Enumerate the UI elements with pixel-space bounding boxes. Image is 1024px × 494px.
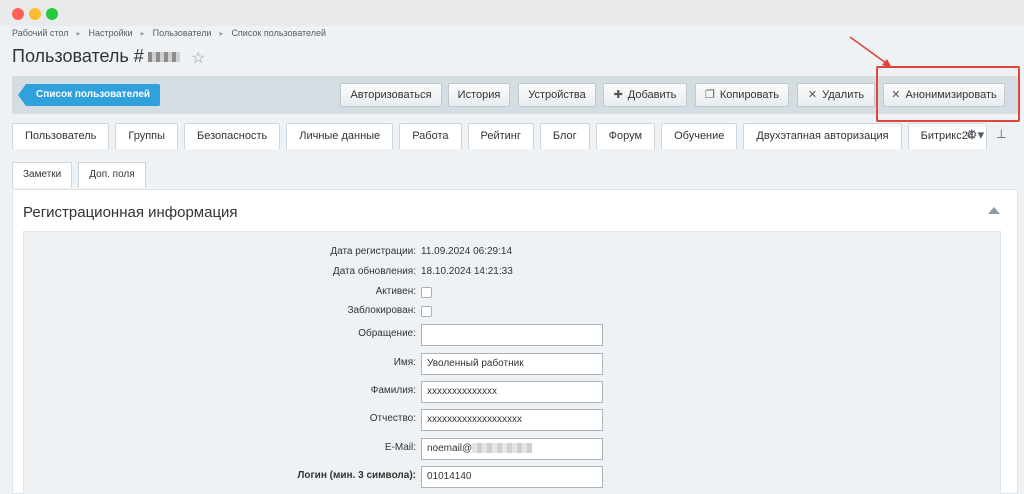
page: Рабочий стол ▸ Настройки ▸ Пользователи ▸ С… [0,26,1024,494]
form-row: Имя: Уволенный работник [24,353,1002,375]
devices-button[interactable]: Устройства [518,83,596,107]
reg-date-label: Дата регистрации: [330,246,416,257]
subtab-notes[interactable]: Заметки [12,162,73,188]
pin-icon[interactable]: ⊥ [996,127,1006,141]
breadcrumb-item[interactable]: Рабочий стол [12,28,69,38]
panel-title: Регистрационная информация [23,204,238,221]
tab-blog[interactable]: Блог [539,123,590,149]
delete-label: Удалить [822,89,865,101]
breadcrumb: Рабочий стол ▸ Настройки ▸ Пользователи ▸ С… [12,28,326,38]
reg-date-value: 11.09.2024 06:29:14 [421,246,513,257]
tab-bar: Пользователь Группы Безопасность Личные … [12,123,993,151]
maximize-window-button[interactable] [46,8,58,20]
redacted-user-id [147,52,180,63]
plus-icon: ✚ [613,89,623,101]
tab-personal[interactable]: Личные данные [286,123,394,149]
breadcrumb-separator-icon: ▸ [76,28,81,38]
lastname-label: Фамилия: [370,385,416,396]
delete-button[interactable]: ✕ Удалить [797,83,875,107]
subtab-extra-fields[interactable]: Доп. поля [78,162,146,188]
name-field[interactable]: Уволенный работник [421,353,603,375]
page-title-text: Пользователь # [12,46,144,66]
secondname-field[interactable]: xxxxxxxxxxxxxxxxxxx [421,409,603,431]
tab-security[interactable]: Безопасность [184,123,281,149]
authorize-button[interactable]: Авторизоваться [340,83,442,107]
tab-forum[interactable]: Форум [595,123,656,149]
title-label: Обращение: [358,328,416,339]
copy-label: Копировать [719,89,780,101]
toolbar: Список пользователей Авторизоваться Исто… [12,76,1018,114]
page-title: Пользователь # [12,46,180,67]
registration-panel: Регистрационная информация Дата регистра… [12,189,1018,494]
annotation-arrow-icon [849,36,892,68]
favorite-star-icon[interactable]: ☆ [191,48,205,68]
collapse-icon[interactable] [988,207,1000,214]
form-row: Обращение: [24,324,1002,346]
tab-learning[interactable]: Обучение [661,123,738,149]
form-row: Дата регистрации: 11.09.2024 06:29:14 [24,242,1002,264]
tab-user[interactable]: Пользователь [12,123,110,149]
breadcrumb-item[interactable]: Список пользователей [231,28,326,38]
blocked-checkbox[interactable] [421,306,432,317]
form-area: Дата регистрации: 11.09.2024 06:29:14 Да… [23,231,1001,494]
redacted-email-domain [472,443,533,454]
history-label: История [457,89,501,101]
secondname-label: Отчество: [369,413,416,424]
name-label: Имя: [393,357,416,368]
copy-button[interactable]: ❐ Копировать [695,83,789,107]
email-label: E-Mail: [384,442,416,453]
tab-groups[interactable]: Группы [115,123,179,149]
breadcrumb-item[interactable]: Пользователи [153,28,212,38]
add-button[interactable]: ✚ Добавить [603,83,687,107]
back-to-list-button[interactable]: Список пользователей [18,84,161,106]
breadcrumb-item[interactable]: Настройки [89,28,133,38]
login-field[interactable]: 01014140 [421,466,603,488]
email-field[interactable]: noemail@ [421,438,603,460]
active-checkbox[interactable] [421,287,432,298]
active-label: Активен: [375,286,416,297]
breadcrumb-separator-icon: ▸ [219,28,224,38]
form-row: E-Mail: noemail@ [24,438,1002,460]
form-row: Фамилия: xxxxxxxxxxxxxx [24,381,1002,403]
form-row: Логин (мин. 3 символа): 01014140 [24,466,1002,488]
form-row: Отчество: xxxxxxxxxxxxxxxxxxx [24,409,1002,431]
authorize-label: Авторизоваться [350,89,432,101]
login-label: Логин (мин. 3 символа): [297,470,416,481]
copy-icon: ❐ [704,89,715,101]
upd-date-value: 18.10.2024 14:21:33 [421,266,513,277]
subtab-bar: Заметки Доп. поля [12,162,152,188]
tab-2fa[interactable]: Двухэтапная авторизация [743,123,902,149]
devices-label: Устройства [528,89,586,101]
email-value: noemail@ [427,443,473,454]
form-row: Дата обновления: 18.10.2024 14:21:33 [24,262,1002,284]
highlight-box [876,66,1020,122]
gear-icon[interactable]: ⚙▾ [966,127,984,143]
title-field[interactable] [421,324,603,346]
lastname-field[interactable]: xxxxxxxxxxxxxx [421,381,603,403]
close-window-button[interactable] [12,8,24,20]
window-titlebar [0,0,1024,26]
breadcrumb-separator-icon: ▸ [140,28,145,38]
history-button[interactable]: История [448,83,510,107]
form-row: Заблокирован: [24,301,1002,323]
blocked-label: Заблокирован: [347,305,416,316]
add-label: Добавить [627,89,677,101]
tab-rating[interactable]: Рейтинг [467,123,534,149]
close-icon: ✕ [807,89,818,101]
minimize-window-button[interactable] [29,8,41,20]
upd-date-label: Дата обновления: [332,266,416,277]
tab-work[interactable]: Работа [399,123,462,149]
